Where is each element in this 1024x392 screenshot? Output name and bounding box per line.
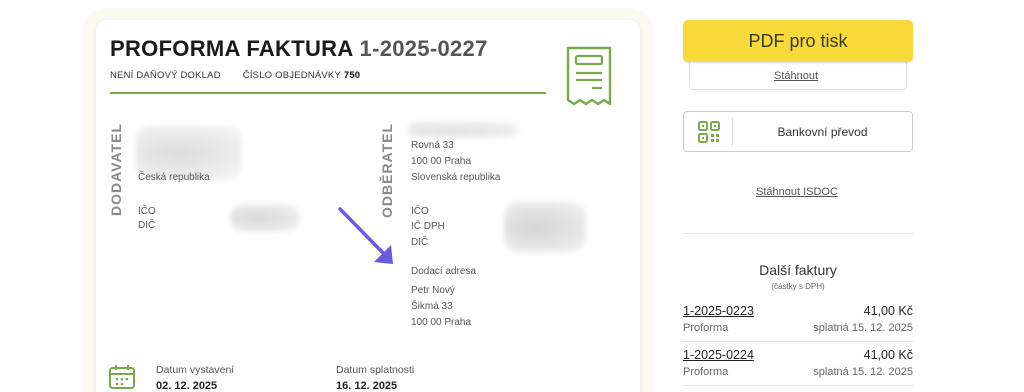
receipt-icon — [566, 46, 612, 106]
not-tax-doc-label: NENÍ DAŇOVÝ DOKLAD — [110, 70, 221, 81]
due-date-label: Datum splatnosti — [336, 364, 415, 376]
customer-street: Rovná 33 — [411, 140, 454, 151]
title-divider — [110, 92, 546, 94]
calendar-icon — [109, 365, 135, 389]
invoice-number: 1-2025-0227 — [359, 36, 488, 61]
customer-icdph-label: IČ DPH — [411, 221, 445, 232]
supplier-heading: DODAVATEL — [108, 123, 124, 216]
invoice-row-divider-2 — [683, 385, 913, 386]
more-invoices-title: Další faktury — [759, 262, 837, 278]
customer-country: Slovenská republika — [411, 172, 501, 183]
issued-date-value: 02. 12. 2025 — [156, 380, 218, 392]
bank-transfer-label: Bankovní převod — [777, 125, 868, 139]
order-label: ČÍSLO OBJEDNÁVKY — [242, 70, 341, 81]
download-link[interactable]: Stáhnout — [774, 70, 818, 82]
invoice-amount-1: 41,00 Kč — [863, 304, 913, 318]
invoice-link-2[interactable]: 1-2025-0224 — [683, 348, 754, 362]
invoice-subline: NENÍ DAŇOVÝ DOKLAD ČÍSLO OBJEDNÁVKY 750 — [110, 70, 360, 81]
customer-dic-label: DIČ — [411, 237, 429, 248]
supplier-ico-label: IČO — [138, 206, 156, 217]
invoice-due-1: splatná 15. 12. 2025 — [813, 322, 913, 334]
sidebar-divider — [683, 233, 913, 234]
customer-name-redacted — [408, 122, 518, 138]
isdoc-download-link[interactable]: Stáhnout ISDOC — [756, 186, 838, 198]
customer-ico-label: IČO — [411, 206, 429, 217]
invoice-link-1[interactable]: 1-2025-0223 — [683, 304, 754, 318]
pdf-print-button[interactable]: PDF pro tisk — [683, 20, 913, 62]
delivery-name: Petr Nový — [411, 285, 455, 296]
supplier-dic-label: DIČ — [138, 220, 156, 231]
delivery-address-label: Dodací adresa — [411, 266, 477, 277]
supplier-ids-redacted — [230, 204, 300, 232]
invoice-row-divider — [683, 341, 913, 342]
customer-ids-redacted — [504, 202, 586, 252]
supplier-country: Česká republika — [138, 172, 210, 183]
more-invoices-subtitle: (částky s DPH) — [771, 282, 825, 291]
invoice-type-2: Proforma — [683, 366, 729, 378]
invoice-due-2: splatná 15. 12. 2025 — [813, 366, 913, 378]
annotation-arrow-icon — [338, 207, 393, 264]
order-number: 750 — [343, 70, 361, 81]
issued-date-label: Datum vystavení — [156, 364, 235, 376]
invoice-title: PROFORMA FAKTURA 1-2025-0227 — [110, 36, 488, 61]
delivery-street: Šikmá 33 — [411, 301, 453, 312]
due-date-value: 16. 12. 2025 — [336, 380, 398, 392]
invoice-type-1: Proforma — [683, 322, 729, 334]
bank-transfer-button[interactable]: Bankovní převod — [683, 111, 913, 152]
qr-code-icon — [698, 121, 720, 143]
delivery-city: 100 00 Praha — [411, 317, 472, 328]
customer-city: 100 00 Praha — [411, 156, 472, 167]
invoice-amount-2: 41,00 Kč — [863, 348, 913, 362]
